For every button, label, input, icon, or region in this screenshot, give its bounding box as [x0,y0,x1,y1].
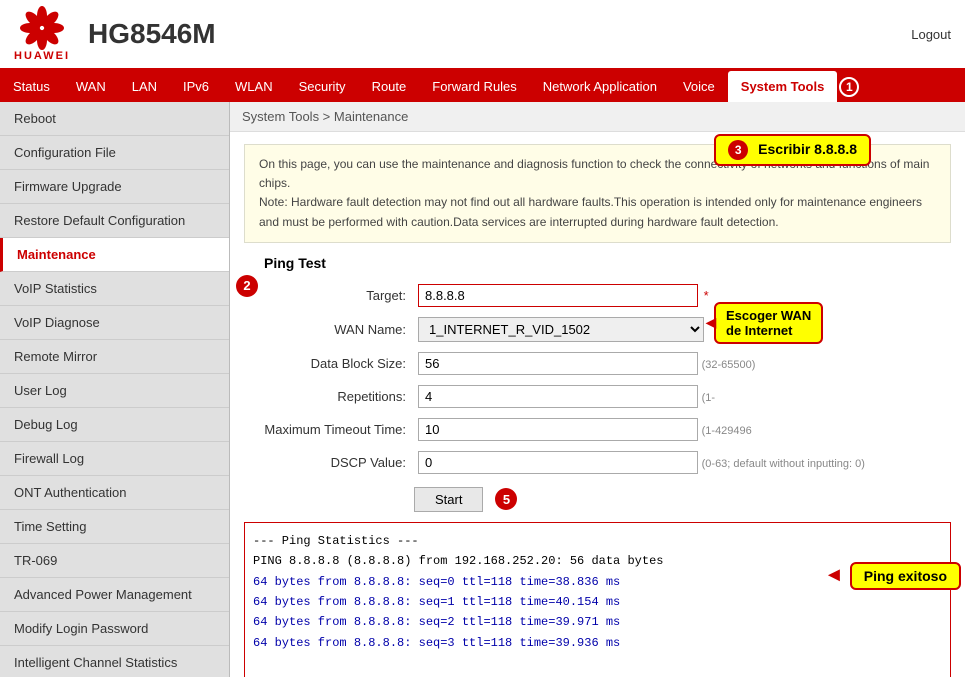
nav-item-status[interactable]: Status [0,71,63,102]
ping-form: Target: * WAN Name: 1_INTERNET_R_VID_150… [244,279,869,479]
block-size-label: Data Block Size: [244,347,414,380]
annotation-2: 2 [236,275,258,297]
sidebar-item-ont-auth[interactable]: ONT Authentication [0,476,229,510]
ping-line-5: 64 bytes from 8.8.8.8: seq=3 ttl=118 tim… [253,633,942,653]
sidebar-item-restore[interactable]: Restore Default Configuration [0,204,229,238]
main-content: System Tools > Maintenance On this page,… [230,102,965,677]
logout-button[interactable]: Logout [911,27,951,42]
sidebar-item-firmware[interactable]: Firmware Upgrade [0,170,229,204]
nav-item-security[interactable]: Security [286,71,359,102]
ping-test-title: Ping Test [244,255,951,271]
nav-item-wlan[interactable]: WLAN [222,71,286,102]
annotation-4: Escoger WANde Internet ◄ [714,302,823,344]
block-size-row: Data Block Size: (32-65500) [244,347,869,380]
dscp-cell: (0-63; default without inputting: 0) [414,446,869,479]
ping-line-6 [253,653,942,673]
timeout-cell: (1-429496 [414,413,869,446]
nav-item-forward[interactable]: Forward Rules [419,71,530,102]
sidebar-item-config-file[interactable]: Configuration File [0,136,229,170]
sidebar-item-firewall-log[interactable]: Firewall Log [0,442,229,476]
target-label: Target: [244,279,414,312]
dscp-label: DSCP Value: [244,446,414,479]
target-input[interactable] [418,284,698,307]
nav-badge: 1 [839,77,859,97]
timeout-hint: (1-429496 [702,425,752,437]
sidebar-item-voip-stats[interactable]: VoIP Statistics [0,272,229,306]
repetitions-input[interactable] [418,385,698,408]
nav-item-wan[interactable]: WAN [63,71,119,102]
ping-line-4: 64 bytes from 8.8.8.8: seq=2 ttl=118 tim… [253,612,942,632]
repetitions-hint: (1- [702,392,715,404]
ping-line-7: --- 8.8.8.8 ping statistics --- [253,673,942,677]
sidebar-item-voip-diagnose[interactable]: VoIP Diagnose [0,306,229,340]
sidebar-item-debug-log[interactable]: Debug Log [0,408,229,442]
sidebar-item-power-mgmt[interactable]: Advanced Power Management [0,578,229,612]
nav-item-ipv6[interactable]: IPv6 [170,71,222,102]
block-size-hint: (32-65500) [702,359,756,371]
sidebar: Reboot Configuration File Firmware Upgra… [0,102,230,677]
sidebar-item-maintenance[interactable]: Maintenance [0,238,229,272]
start-button[interactable]: Start [414,487,483,512]
repetitions-cell: (1- [414,380,869,413]
sidebar-item-tr069[interactable]: TR-069 [0,544,229,578]
sidebar-item-user-log[interactable]: User Log [0,374,229,408]
nav-item-route[interactable]: Route [359,71,420,102]
huawei-logo-icon [17,6,67,50]
block-size-input[interactable] [418,352,698,375]
sidebar-item-time-setting[interactable]: Time Setting [0,510,229,544]
wan-cell: 1_INTERNET_R_VID_1502 Escoger WANde Inte… [414,312,869,347]
ping-output: --- Ping Statistics --- PING 8.8.8.8 (8.… [244,522,951,677]
dscp-row: DSCP Value: (0-63; default without input… [244,446,869,479]
brand-label: HUAWEI [14,50,70,62]
dscp-hint: (0-63; default without inputting: 0) [702,458,865,470]
nav-item-systemtools[interactable]: System Tools [728,71,838,102]
sidebar-item-reboot[interactable]: Reboot [0,102,229,136]
ping-line-0: --- Ping Statistics --- [253,531,942,551]
model-name: HG8546M [88,18,911,50]
ping-line-3: 64 bytes from 8.8.8.8: seq=1 ttl=118 tim… [253,592,942,612]
timeout-row: Maximum Timeout Time: (1-429496 [244,413,869,446]
info-note: Note: Hardware fault detection may not f… [259,195,922,228]
wan-select[interactable]: 1_INTERNET_R_VID_1502 [418,317,704,342]
breadcrumb: System Tools > Maintenance [230,102,965,132]
dscp-input[interactable] [418,451,698,474]
repetitions-row: Repetitions: (1- [244,380,869,413]
block-size-cell: (32-65500) [414,347,869,380]
wan-name-row: WAN Name: 1_INTERNET_R_VID_1502 Escoger … [244,312,869,347]
annotation-3: 3 Escribir 8.8.8.8 [714,134,871,166]
main-nav: Status WAN LAN IPv6 WLAN Security Route … [0,71,965,102]
nav-item-lan[interactable]: LAN [119,71,170,102]
timeout-input[interactable] [418,418,698,441]
sidebar-item-modify-login[interactable]: Modify Login Password [0,612,229,646]
repetitions-label: Repetitions: [244,380,414,413]
annotation-6: ◄ Ping exitoso [824,562,961,590]
logo-area: HUAWEI [14,6,70,62]
nav-item-netapp[interactable]: Network Application [530,71,670,102]
nav-item-voice[interactable]: Voice [670,71,728,102]
timeout-label: Maximum Timeout Time: [244,413,414,446]
sidebar-item-intelligent-channel[interactable]: Intelligent Channel Statistics [0,646,229,677]
annotation-5: 5 [495,488,517,510]
wan-label: WAN Name: [244,312,414,347]
sidebar-item-remote-mirror[interactable]: Remote Mirror [0,340,229,374]
